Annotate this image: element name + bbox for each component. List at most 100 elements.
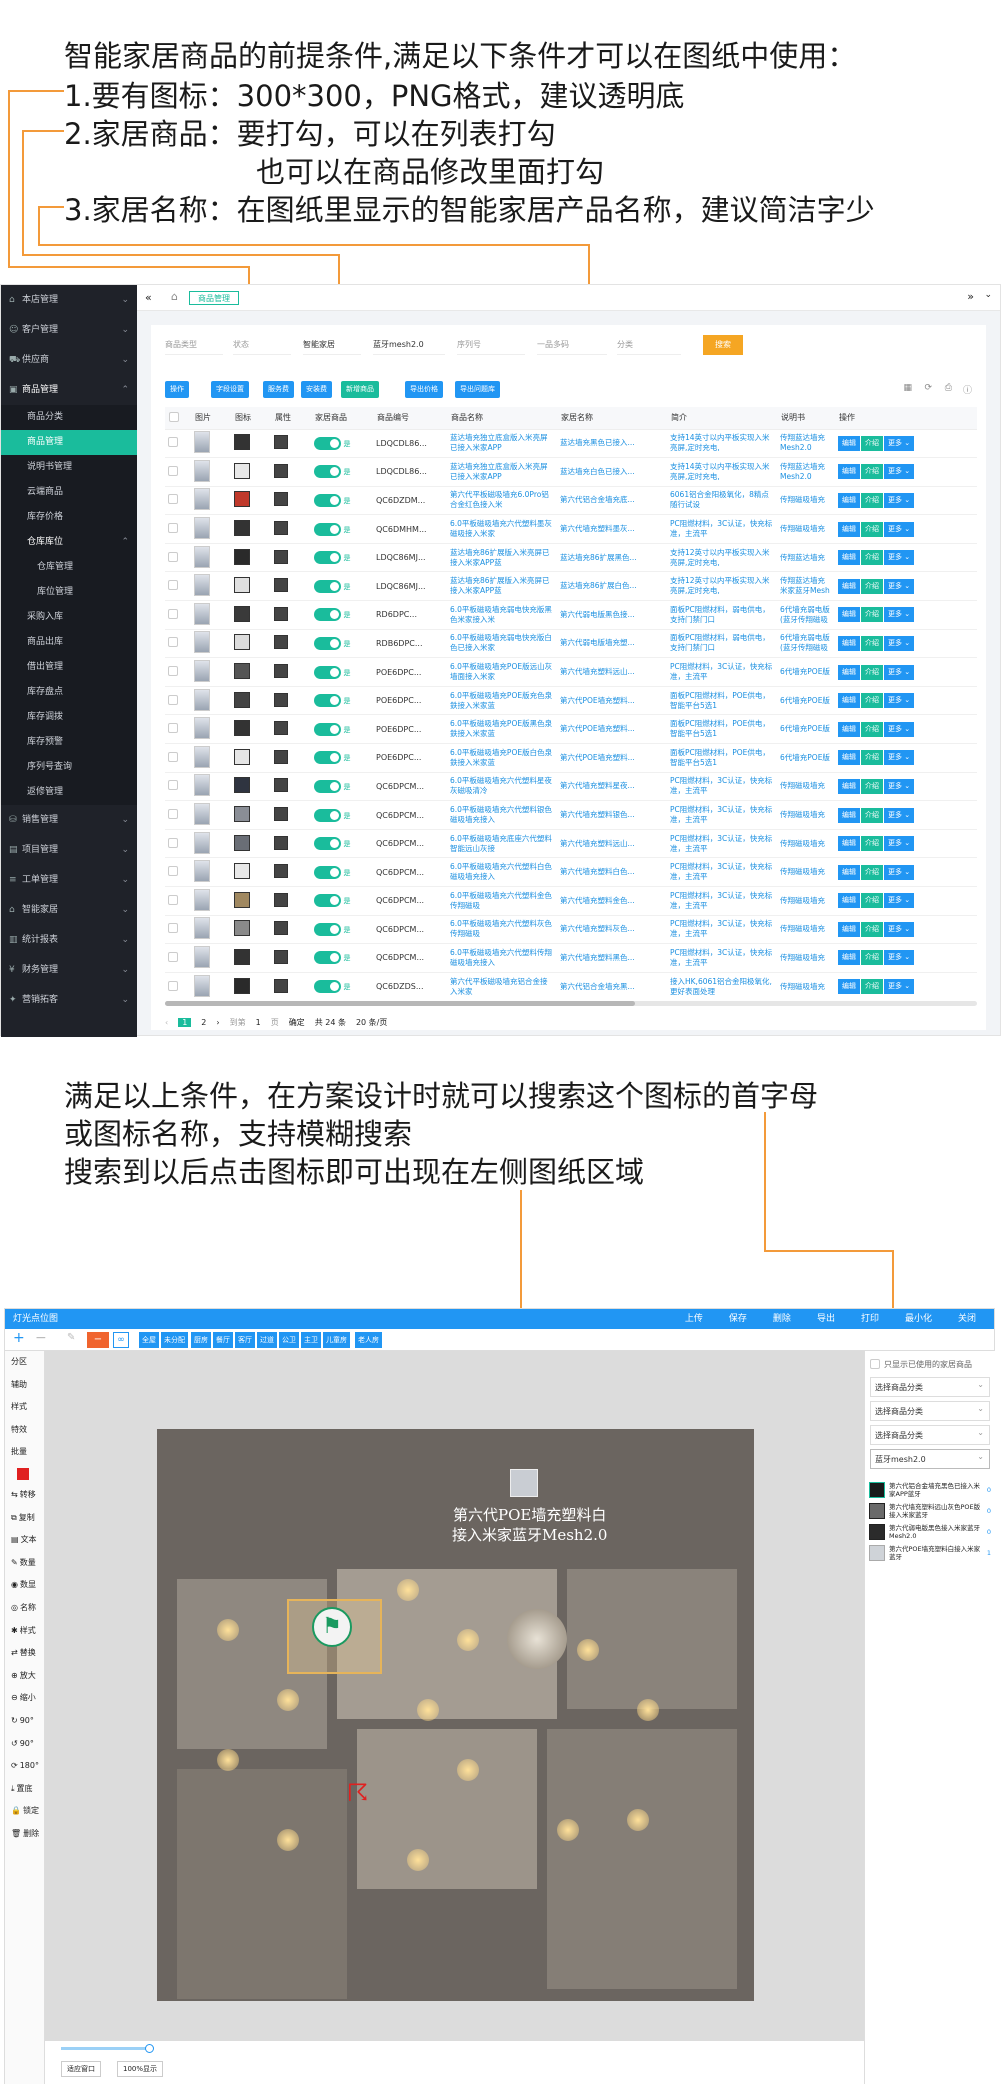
sub-item[interactable]: 库存价格 <box>1 505 137 530</box>
print-icon[interactable]: ⎙ <box>945 383 952 393</box>
more-button[interactable]: 更多 ⌄ <box>884 693 915 709</box>
left-tool-item[interactable]: 批量 <box>5 1441 44 1464</box>
product-name-cell[interactable]: 第六代平板磁吸墙充6.0Pro铝合金红色接入米 <box>447 486 557 516</box>
toggle-switch[interactable] <box>314 837 341 851</box>
product-name[interactable]: 蓝达墙充86扩展版入米亮屏已接入米家APP蓝 <box>450 576 554 596</box>
sidebar-item-store[interactable]: ⌂ 本店管理 ⌄ <box>1 285 137 315</box>
edit-button[interactable]: 编辑 <box>838 607 860 623</box>
product-name-cell[interactable]: 6.0平板磁吸墙充POE版白色泉鉄接入米家蓝 <box>447 743 557 773</box>
intro-button[interactable]: 介绍 <box>861 492 883 508</box>
product-name-cell[interactable]: 6.0平板磁吸墙充弱电快充版白色已接入米家 <box>447 629 557 659</box>
tab-elder-room[interactable]: 老人房 <box>355 1332 382 1348</box>
intro-button[interactable]: 介绍 <box>861 435 883 451</box>
edit-button[interactable]: 编辑 <box>838 950 860 966</box>
smart-home-toggle[interactable]: 是 <box>311 629 373 659</box>
product-name[interactable]: 6.0平板磁吸墙充六代塑料金色传翔磁吸 <box>450 891 554 911</box>
toggle-switch[interactable] <box>314 751 341 765</box>
left-tool-item[interactable]: ◉ 数显 <box>5 1574 44 1597</box>
tab-all[interactable]: 全屋 <box>139 1332 159 1348</box>
smart-home-toggle[interactable]: 是 <box>311 829 373 859</box>
left-tool-item[interactable]: ✱ 样式 <box>5 1620 44 1643</box>
sub-item[interactable]: 序列号查询 <box>1 755 137 780</box>
category-select[interactable]: 选择商品分类 <box>870 1423 990 1445</box>
manual-text[interactable]: 传翔磁吸墙充 <box>780 524 832 534</box>
more-button[interactable]: 更多 ⌄ <box>884 721 915 737</box>
row-checkbox[interactable] <box>165 943 191 973</box>
sub-item[interactable]: 库存调拨 <box>1 705 137 730</box>
left-tool-item[interactable]: 辅助 <box>5 1374 44 1397</box>
product-name[interactable]: 6.0平板磁吸墙充六代塑料白色磁吸墙充接入 <box>450 862 554 882</box>
product-name[interactable]: 6.0平板磁吸墙充POE版充色泉鉄接入米家蓝 <box>450 691 554 711</box>
more-button[interactable]: 更多 ⌄ <box>884 950 915 966</box>
smart-home-toggle[interactable]: 是 <box>311 772 373 802</box>
prev-icon[interactable]: ‹ <box>165 1018 168 1027</box>
sub-item[interactable]: 借出管理 <box>1 655 137 680</box>
manual-cell[interactable]: 传翔磁吸墙充 <box>777 857 835 887</box>
field-settings-button[interactable]: 字段设置 <box>211 381 249 398</box>
result-item[interactable]: 第六代弱电版黑色接入米家蓝牙Mesh2.0 0 <box>869 1521 991 1542</box>
left-tool-item[interactable]: ✎ 数量 <box>5 1552 44 1575</box>
more-button[interactable]: 更多 ⌄ <box>884 864 915 880</box>
sidebar-item-smarthome[interactable]: ⌂ 智能家居 ⌄ <box>1 895 137 925</box>
tab-goods[interactable]: 商品管理 <box>189 291 239 305</box>
smart-home-toggle[interactable]: 是 <box>311 657 373 687</box>
manual-text[interactable]: 传翔磁吸墙充 <box>780 839 832 849</box>
fit-window-button[interactable]: 适应窗口 <box>61 2061 101 2077</box>
toggle-switch[interactable] <box>314 551 341 565</box>
install-fee-button[interactable]: 安装费 <box>301 381 332 398</box>
manual-text[interactable]: 传翔磁吸墙充 <box>780 495 832 505</box>
manual-text[interactable]: 传翔磁吸墙充 <box>780 781 832 791</box>
filter-keyword[interactable]: 蓝牙mesh2.0 <box>373 335 445 355</box>
edit-button[interactable]: 编辑 <box>838 664 860 680</box>
info-icon[interactable]: ⓘ <box>963 383 972 396</box>
smart-home-toggle[interactable]: 是 <box>311 886 373 916</box>
more-button[interactable]: 更多 ⌄ <box>884 836 915 852</box>
row-checkbox[interactable] <box>165 772 191 802</box>
row-checkbox[interactable] <box>165 486 191 516</box>
product-name[interactable]: 第六代平板磁吸墙充6.0Pro铝合金红色接入米 <box>450 490 554 510</box>
more-button[interactable]: 更多 ⌄ <box>884 778 915 794</box>
edit-button[interactable]: 编辑 <box>838 836 860 852</box>
add-icon[interactable]: + <box>13 1330 25 1346</box>
toggle-switch[interactable] <box>314 922 341 936</box>
manual-text[interactable]: 传翔蓝达墙充 <box>780 553 832 563</box>
toggle-switch[interactable] <box>314 522 341 536</box>
manual-text[interactable]: 传翔磁吸墙充 <box>780 896 832 906</box>
sidebar-item-sales[interactable]: ⛁ 销售管理 ⌄ <box>1 805 137 835</box>
product-name-cell[interactable]: 第六代平板磁吸墙充铝合金接入米家 <box>447 972 557 997</box>
filter-smart[interactable]: 智能家居 <box>303 335 361 355</box>
manual-text[interactable]: 6代墙充POE版 <box>780 696 832 706</box>
collapse-icon[interactable]: « <box>145 291 152 304</box>
sidebar-item-workorder[interactable]: ≡ 工单管理 ⌄ <box>1 865 137 895</box>
product-name-cell[interactable]: 6.0平板磁吸墙充六代塑料墨灰磁吸接入米家 <box>447 514 557 544</box>
left-tool-item[interactable]: ⇄ 替换 <box>5 1642 44 1665</box>
actual-size-button[interactable]: 100%显示 <box>117 2061 164 2077</box>
product-name-cell[interactable]: 6.0平板磁吸墙充六代塑料星夜灰磁吸清冷 <box>447 772 557 802</box>
manual-cell[interactable]: 6代墙充POE版 <box>777 743 835 773</box>
manual-cell[interactable]: 6代墙充POE版 <box>777 714 835 745</box>
manual-cell[interactable]: 传翔磁吸墙充 <box>777 800 835 830</box>
product-name[interactable]: 6.0平板磁吸墙充POE版远山灰墙面接入米家 <box>450 662 554 682</box>
toggle-switch[interactable] <box>314 865 341 879</box>
product-name[interactable]: 蓝达墙充86扩展版入米亮屏已接入米家APP蓝 <box>450 548 554 568</box>
filter-serial[interactable]: 序列号 <box>457 335 525 355</box>
manual-cell[interactable]: 传翔磁吸墙充 <box>777 829 835 859</box>
manual-cell[interactable]: 传翔磁吸墙充 <box>777 972 835 997</box>
floor-plan-image[interactable]: ⚑ ☈ 第六代POE墙充塑料白 接入米家蓝牙Mesh2.0 <box>157 1429 754 2001</box>
sidebar-item-goods[interactable]: ▣ 商品管理 ⌃ <box>1 375 137 405</box>
edit-button[interactable]: 编辑 <box>838 693 860 709</box>
minimize-button[interactable]: 最小化 <box>905 1309 932 1329</box>
intro-button[interactable]: 介绍 <box>861 864 883 880</box>
manual-text[interactable]: 传翔磁吸墙充 <box>780 924 832 934</box>
remove-icon[interactable]: − <box>87 1332 109 1348</box>
tab-unassigned[interactable]: 未分配 <box>161 1332 188 1348</box>
smart-home-toggle[interactable]: 是 <box>311 943 373 973</box>
manual-text[interactable]: 传翔蓝达墙充Mesh2.0 <box>780 433 832 453</box>
sub-item[interactable]: 库存预警 <box>1 730 137 755</box>
intro-button[interactable]: 介绍 <box>861 550 883 566</box>
manual-cell[interactable]: 6代墙充POE版 <box>777 686 835 716</box>
edit-button[interactable]: 编辑 <box>838 807 860 823</box>
manual-text[interactable]: 6代墙充POE版 <box>780 667 832 677</box>
result-item[interactable]: 第六代POE墙充塑料白接入米家蓝牙 1 <box>869 1542 991 1563</box>
left-tool-item[interactable]: 样式 <box>5 1396 44 1419</box>
